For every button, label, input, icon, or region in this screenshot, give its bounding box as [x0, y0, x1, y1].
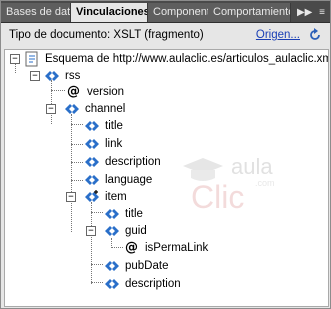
element-icon	[85, 175, 99, 185]
tree-connector	[71, 124, 83, 125]
tree-node-label: channel	[85, 103, 126, 115]
origin-link[interactable]: Origen...	[256, 29, 300, 41]
tree-connector	[111, 247, 123, 248]
xml-document-icon	[25, 51, 38, 67]
tree-node-label: guid	[125, 225, 147, 237]
tree-node-label: isPermaLink	[145, 242, 209, 254]
tree-node-label: link	[105, 138, 123, 150]
tree-node-label: item	[105, 191, 127, 203]
tree-node-label: Esquema de http://www.aulaclic.es/articu…	[45, 53, 329, 65]
attribute-icon: @	[67, 84, 80, 99]
collapse-toggle[interactable]: −	[86, 226, 96, 236]
doc-type-label: Tipo de documento: XSLT (fragmento)	[9, 29, 204, 41]
tab-behaviors[interactable]: Comportamientos	[208, 3, 291, 22]
element-icon	[105, 209, 119, 219]
tree-node-label: pubDate	[125, 260, 169, 272]
element-icon	[105, 279, 119, 289]
svg-text:Clic: Clic	[191, 179, 244, 215]
element-icon	[85, 157, 99, 167]
tree-node-label: description	[105, 156, 161, 168]
element-icon	[105, 226, 119, 236]
tab-label: Bases de datos	[6, 6, 71, 18]
expand-arrows-icon[interactable]: ▶▶	[297, 7, 312, 18]
tree-connector	[71, 144, 83, 145]
tree-node-label: version	[87, 86, 125, 98]
collapse-toggle[interactable]: −	[30, 71, 40, 81]
attribute-icon: @	[125, 240, 138, 255]
tree-connector	[91, 264, 103, 265]
collapse-toggle[interactable]: −	[66, 192, 76, 202]
repeating-element-icon	[85, 190, 99, 202]
tab-bindings[interactable]: Vinculaciones	[71, 3, 148, 22]
tab-label: Comportamientos	[213, 6, 290, 18]
element-icon	[105, 261, 119, 271]
tree-node-label: title	[125, 208, 143, 220]
collapse-toggle[interactable]: −	[46, 104, 56, 114]
element-icon	[45, 71, 59, 81]
element-icon	[85, 139, 99, 149]
aulaclic-watermark-logo: aula Clic .com	[183, 154, 275, 215]
tree-connector	[71, 114, 72, 232]
refresh-icon[interactable]	[308, 28, 322, 42]
tab-databases[interactable]: Bases de datos	[1, 3, 71, 22]
doc-type-row: Tipo de documento: XSLT (fragmento) Orig…	[9, 28, 324, 45]
tree-connector	[15, 63, 16, 73]
tab-label: Vinculaciones	[76, 6, 148, 18]
bindings-panel: Bases de datos Vinculaciones Componentes…	[0, 0, 331, 309]
tree-node-label: description	[125, 278, 181, 290]
tree-node-label: language	[105, 174, 153, 186]
collapse-toggle[interactable]: −	[10, 54, 20, 64]
element-icon	[85, 121, 99, 131]
svg-text:.com: .com	[255, 178, 275, 188]
tree-connector	[51, 80, 52, 124]
tree-connector	[91, 282, 103, 283]
tree-node-label: title	[105, 120, 123, 132]
tree-connector	[71, 180, 83, 181]
svg-text:aula: aula	[231, 154, 273, 179]
panel-options[interactable]: ▶▶ ≡	[292, 3, 330, 22]
tree-connector	[51, 90, 65, 91]
tab-bar: Bases de datos Vinculaciones Componentes…	[1, 1, 330, 23]
element-icon	[65, 104, 79, 114]
tree-connector	[91, 212, 103, 213]
tree-connector	[71, 162, 83, 163]
tree-connector	[91, 202, 92, 284]
panel-menu-icon[interactable]: ≡	[319, 7, 325, 18]
schema-tree: aula Clic .com − Esquema de http://www.a…	[4, 49, 329, 307]
